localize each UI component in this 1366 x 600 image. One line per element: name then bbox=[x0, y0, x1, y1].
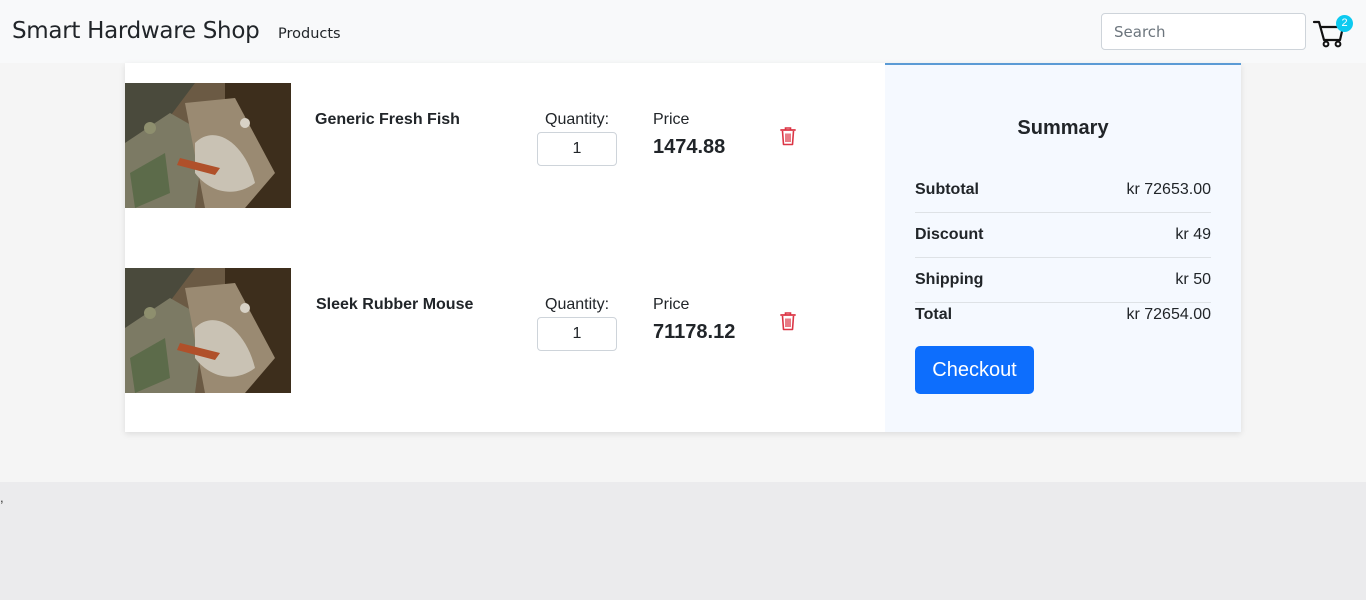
product-image bbox=[125, 83, 291, 208]
search-input[interactable] bbox=[1101, 13, 1306, 50]
subtotal-value: kr 72653.00 bbox=[1126, 181, 1211, 198]
total-label: Total bbox=[915, 306, 953, 323]
quantity-label: Quantity: bbox=[545, 111, 610, 128]
price-label: Price bbox=[653, 296, 690, 313]
brand-link[interactable]: Smart Hardware Shop bbox=[12, 18, 260, 44]
discount-row: Discount kr 49 bbox=[915, 226, 1211, 271]
divider bbox=[915, 302, 1211, 303]
checkout-button[interactable]: Checkout bbox=[915, 346, 1034, 394]
subtotal-label: Subtotal bbox=[915, 181, 979, 198]
price-label: Price bbox=[653, 111, 690, 128]
total-row: Total kr 72654.00 bbox=[915, 306, 1211, 351]
summary-title: Summary bbox=[1017, 117, 1109, 139]
quantity-input[interactable] bbox=[537, 317, 617, 351]
cart-count-badge: 2 bbox=[1336, 15, 1353, 32]
shipping-value: kr 50 bbox=[1175, 271, 1211, 288]
divider bbox=[915, 212, 1211, 213]
cart-card: Generic Fresh Fish Quantity: Price 1474.… bbox=[125, 63, 1241, 432]
trash-icon[interactable] bbox=[779, 311, 797, 331]
product-name[interactable]: Generic Fresh Fish bbox=[315, 111, 460, 129]
price-value: 1474.88 bbox=[653, 136, 726, 158]
discount-value: kr 49 bbox=[1175, 226, 1211, 243]
quantity-input[interactable] bbox=[537, 132, 617, 166]
navbar: Smart Hardware Shop Products 2 bbox=[0, 0, 1366, 63]
total-value: kr 72654.00 bbox=[1126, 306, 1211, 323]
order-summary: Summary Subtotal kr 72653.00 Discount kr… bbox=[885, 63, 1241, 432]
discount-label: Discount bbox=[915, 226, 984, 243]
trash-icon[interactable] bbox=[779, 126, 797, 146]
quantity-label: Quantity: bbox=[545, 296, 610, 313]
price-value: 71178.12 bbox=[653, 321, 736, 343]
divider bbox=[915, 257, 1211, 258]
shipping-label: Shipping bbox=[915, 271, 984, 288]
subtotal-row: Subtotal kr 72653.00 bbox=[915, 181, 1211, 226]
footer-text: , bbox=[0, 490, 4, 505]
cart-item: Generic Fresh Fish Quantity: Price 1474.… bbox=[125, 83, 885, 208]
product-image bbox=[125, 268, 291, 393]
cart-item: Sleek Rubber Mouse Quantity: Price 71178… bbox=[125, 268, 885, 393]
product-name[interactable]: Sleek Rubber Mouse bbox=[316, 296, 473, 314]
products-link[interactable]: Products bbox=[278, 26, 341, 42]
